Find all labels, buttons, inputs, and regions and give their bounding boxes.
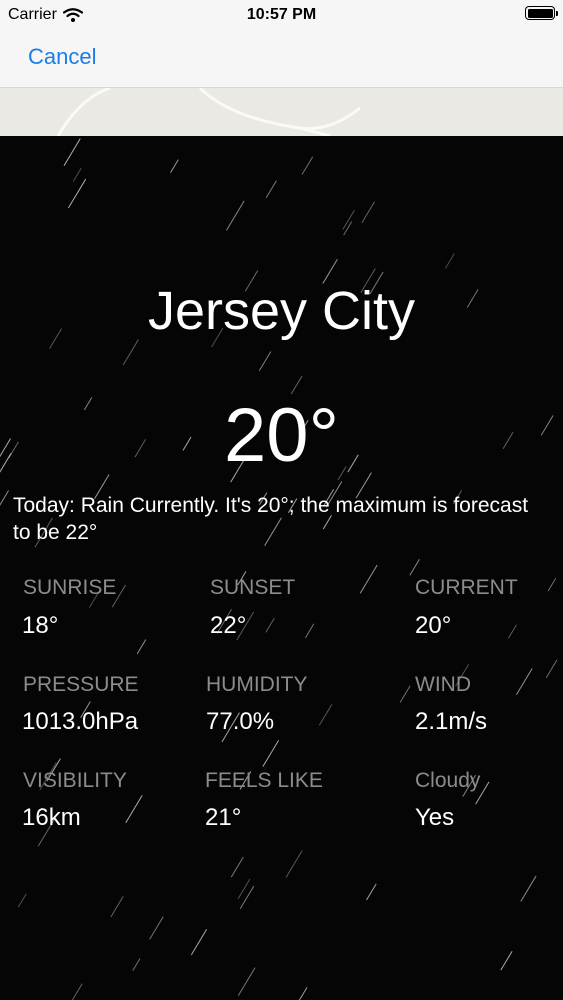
weather-summary: Today: Rain Currently. It's 20°; the max…	[13, 494, 529, 544]
status-time: 10:57 PM	[246, 6, 317, 23]
battery-icon	[525, 6, 558, 20]
visibility-label: VISIBILITY	[23, 769, 127, 792]
wind-value: 2.1m/s	[415, 708, 488, 735]
current-value: 20°	[415, 612, 452, 639]
current-label: CURRENT	[415, 576, 518, 599]
weather-panel: Jersey City 20° Today: Rain Currently. I…	[0, 136, 563, 1000]
feels-like-value: 21°	[205, 804, 242, 831]
sunrise-value: 18°	[22, 612, 59, 639]
humidity-label: HUMIDITY	[206, 673, 308, 696]
map-background	[0, 88, 563, 136]
navigation-bar: Cancel	[0, 30, 563, 88]
sunrise-label: SUNRISE	[23, 576, 117, 599]
wind-label: WIND	[415, 673, 471, 696]
city-name: Jersey City	[147, 281, 416, 341]
feels-like-label: FEELS LIKE	[205, 769, 323, 792]
pressure-label: PRESSURE	[23, 673, 139, 696]
humidity-value: 77.0%	[206, 708, 275, 735]
status-bar: Carrier 10:57 PM	[0, 0, 563, 30]
cloudy-value: Yes	[415, 804, 455, 831]
visibility-value: 16km	[22, 804, 81, 831]
pressure-value: 1013.0hPa	[22, 708, 139, 735]
current-temperature: 20°	[224, 393, 339, 478]
sunset-label: SUNSET	[210, 576, 296, 599]
cancel-button[interactable]: Cancel	[28, 44, 96, 70]
rain-animation	[0, 138, 558, 1000]
cloudy-label: Cloudy	[415, 769, 481, 792]
sunset-value: 22°	[210, 612, 247, 639]
